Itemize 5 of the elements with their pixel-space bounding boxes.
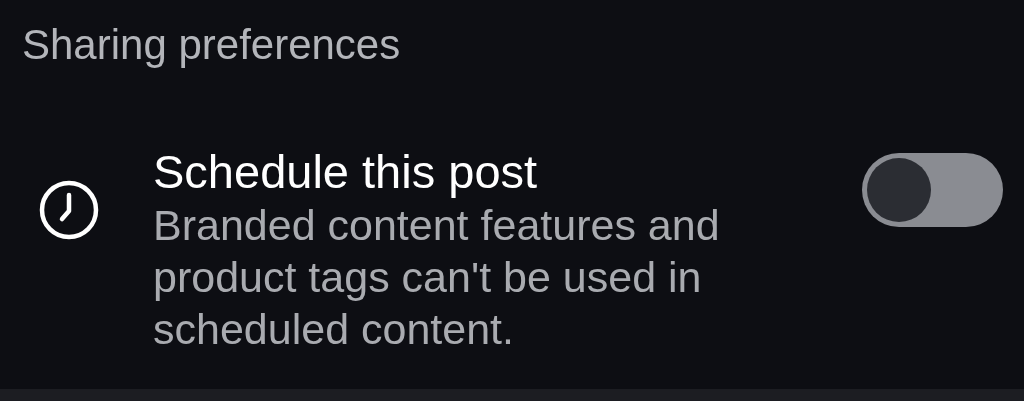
clock-icon	[37, 179, 100, 241]
setting-title: Schedule this post	[153, 145, 539, 199]
setting-description: Branded content features and product tags can't be used in scheduled content.	[153, 200, 721, 355]
toggle-knob	[867, 158, 931, 222]
section-title: Sharing preferences	[22, 21, 401, 68]
